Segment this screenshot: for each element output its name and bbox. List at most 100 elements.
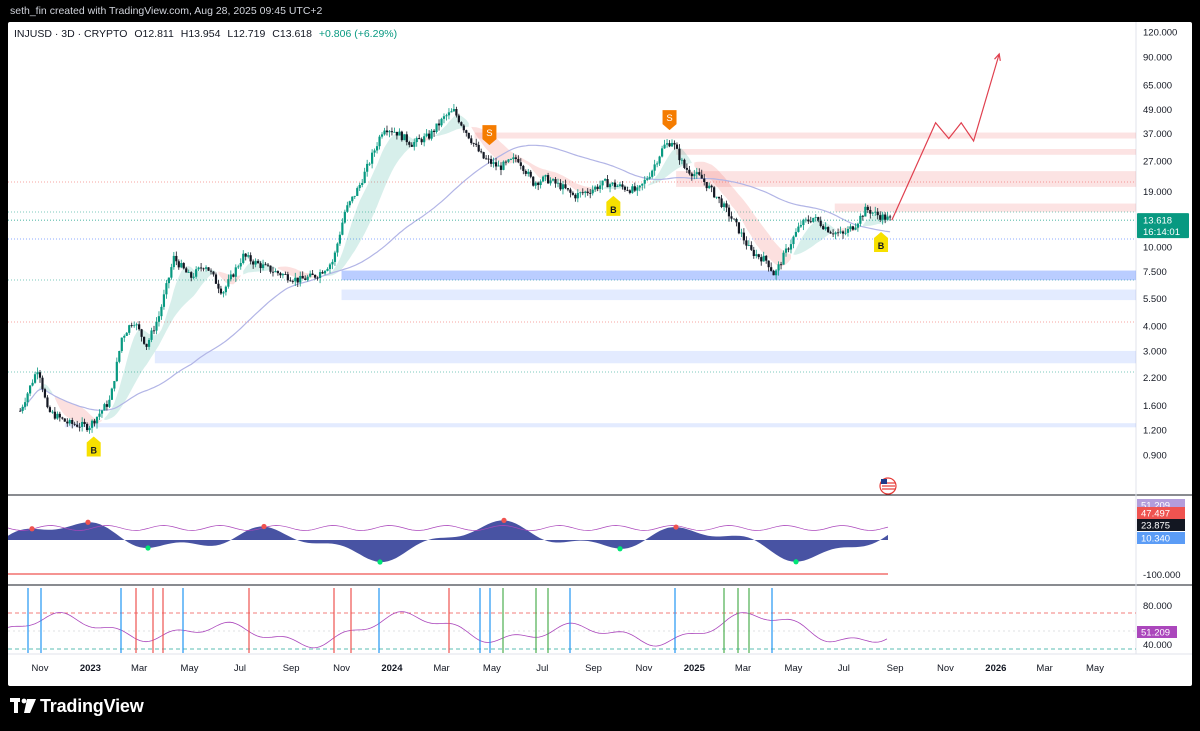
candle-body (643, 179, 646, 184)
candle-body (160, 306, 163, 317)
candle-body (291, 281, 294, 282)
signal-buy-marker[interactable]: B (606, 195, 621, 216)
candle-body (447, 112, 451, 116)
price-axis-tick: 1.600 (1143, 401, 1167, 412)
candle-body (465, 130, 468, 133)
candle-body (608, 184, 612, 188)
time-axis-tick: Nov (32, 663, 49, 674)
candle-body (470, 138, 473, 144)
oscillator-trough-dot (145, 545, 151, 551)
candle-body (886, 216, 889, 220)
candle-body (678, 148, 681, 161)
price-axis-tick: 7.500 (1143, 267, 1167, 278)
candle-body (46, 397, 49, 408)
candle-body (269, 265, 272, 272)
candle-body (861, 215, 864, 217)
candle-body (782, 252, 785, 265)
candle-body (489, 159, 493, 164)
candle-body (502, 161, 505, 170)
candle-body (336, 243, 339, 253)
candle-body (83, 421, 86, 425)
buy-signal-label: B (878, 241, 885, 251)
tradingview-logo-icon (10, 698, 36, 713)
candle-body (237, 266, 240, 268)
bar-countdown: 16:14:01 (1143, 227, 1180, 238)
us-flag-icon[interactable] (879, 477, 897, 495)
candle-body (128, 325, 131, 333)
time-axis-tick: Jul (536, 663, 548, 674)
candle-body (98, 413, 101, 417)
candle-body (100, 410, 104, 414)
candle-body (737, 222, 741, 234)
candle-body (494, 162, 498, 167)
candle-body (423, 136, 426, 143)
candle-body (722, 203, 726, 207)
candle-body (663, 144, 666, 149)
candle-body (613, 182, 617, 187)
tradingview-logo[interactable]: TradingView (10, 694, 144, 718)
candle-body (393, 131, 396, 133)
price-axis-tick: 5.500 (1143, 294, 1167, 305)
candle-body (232, 274, 235, 277)
candle-body (576, 193, 579, 199)
candle-body (623, 186, 627, 190)
price-axis-tick: 4.000 (1143, 322, 1167, 333)
candle-body (834, 232, 837, 235)
candle-body (720, 198, 723, 207)
candle-body (814, 217, 817, 218)
candle-body (554, 179, 557, 184)
candle-body (611, 182, 614, 185)
candle-body (314, 274, 317, 278)
candle-body (626, 189, 629, 191)
oscillator-peak-dot (261, 523, 267, 530)
candle-body (770, 267, 773, 271)
time-axis-tick: May (784, 663, 802, 674)
bear-ribbon (218, 271, 241, 285)
candle-body (138, 324, 141, 330)
signal-buy-marker[interactable]: B (86, 436, 101, 457)
candle-body (244, 253, 247, 257)
chart-svg[interactable]: S S B B B 120.000 90.000 65.000 49.000 37.000 27.0… (8, 22, 1192, 686)
candle-body (601, 180, 604, 186)
candle-body (190, 272, 193, 278)
candle-body (628, 190, 631, 193)
candle-body (876, 211, 879, 216)
candle-body (363, 171, 366, 183)
candle-body (323, 270, 327, 274)
candle-body (832, 233, 835, 235)
candle-body (517, 158, 520, 163)
candle-body (222, 292, 225, 294)
candle-body (566, 188, 570, 190)
candle-body (772, 270, 775, 276)
candle-body (668, 143, 671, 147)
candle-body (514, 157, 517, 159)
price-axis-tick: 1.200 (1143, 426, 1167, 437)
candle-body (311, 273, 314, 275)
candle-body (358, 184, 361, 189)
signal-sell-marker[interactable]: S (662, 110, 677, 131)
candle-body (522, 165, 525, 171)
candle-body (827, 227, 830, 233)
candle-body (26, 393, 29, 403)
signal-buy-marker[interactable]: B (874, 231, 889, 252)
candle-body (420, 139, 423, 143)
candle-body (224, 286, 227, 293)
time-axis-tick: Sep (283, 663, 300, 674)
price-axis-tick: 37.000 (1143, 129, 1172, 140)
candle-body (415, 138, 418, 143)
candle-body (765, 255, 768, 261)
candle-body (19, 410, 22, 412)
candle-body (76, 424, 79, 427)
candle-body (851, 226, 855, 230)
candle-body (665, 143, 669, 145)
candle-body (331, 261, 334, 265)
candle-body (162, 294, 166, 307)
oscillator-peak-dot (85, 519, 91, 525)
candle-body (266, 264, 270, 266)
candle-body (239, 263, 242, 267)
candle-body (710, 185, 713, 188)
oscillator-peak-dot (29, 526, 35, 532)
candle-body (326, 268, 329, 271)
oscillator-value-label: 10.340 (1141, 534, 1170, 545)
candle-body (24, 402, 27, 407)
